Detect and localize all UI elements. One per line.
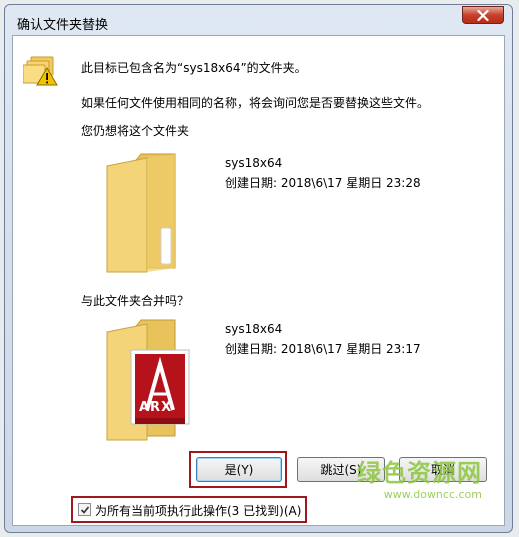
prompt-keep-text: 您仍想将这个文件夹	[81, 124, 190, 138]
yes-button[interactable]: 是(Y)	[196, 457, 282, 482]
folder-icon	[106, 153, 176, 273]
watermark: 绿色资源网 www.downcc.com	[357, 453, 482, 501]
apply-all-label[interactable]: 为所有当前项执行此操作(3 已找到)(A)	[95, 502, 301, 519]
watermark-url: www.downcc.com	[383, 488, 482, 501]
title-bar[interactable]: 确认文件夹替换	[5, 5, 512, 35]
description-text: 如果任何文件使用相同的名称，将会询问您是否要替换这些文件。	[81, 96, 430, 110]
close-icon	[477, 9, 489, 21]
close-button[interactable]	[462, 6, 504, 24]
arx-badge-text: ARX	[139, 400, 173, 415]
folder-arx-icon	[106, 319, 190, 441]
confirm-folder-replace-window: 确认文件夹替换 此目标已包含名为“sys18x64”的文件夹。 如果任何文件使用…	[4, 4, 513, 533]
apply-all-checkbox[interactable]	[78, 503, 91, 516]
watermark-main: 绿色资源网	[357, 459, 482, 487]
source-folder-name: sys18x64	[225, 156, 283, 170]
checkmark-icon	[80, 505, 89, 514]
source-folder-created: 创建日期: 2018\6\17 星期日 23:28	[225, 176, 421, 190]
target-folder-created: 创建日期: 2018\6\17 星期日 23:17	[225, 342, 421, 356]
prompt-merge-text: 与此文件夹合并吗？	[81, 294, 190, 308]
dialog-body: 此目标已包含名为“sys18x64”的文件夹。 如果任何文件使用相同的名称，将会…	[12, 35, 505, 526]
target-folder-name: sys18x64	[225, 322, 283, 336]
window-title: 确认文件夹替换	[17, 18, 109, 33]
header-text: 此目标已包含名为“sys18x64”的文件夹。	[81, 61, 307, 75]
folder-warning-icon	[23, 56, 58, 86]
